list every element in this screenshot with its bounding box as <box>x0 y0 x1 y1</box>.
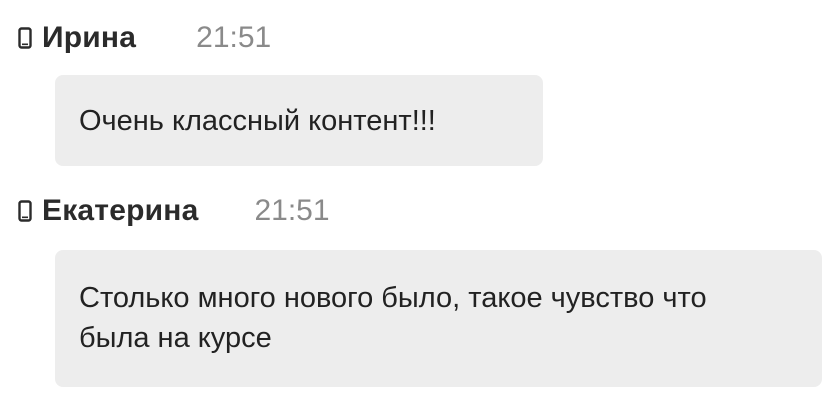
author-name: Екатерина <box>42 194 199 227</box>
message-bubble: Столько много нового было, такое чувство… <box>55 250 822 387</box>
message-header: Ирина 21:51 <box>18 18 271 58</box>
chat-feed: Ирина 21:51 Очень классный контент!!! Ек… <box>0 0 837 402</box>
message-text: Очень классный контент!!! <box>79 105 436 137</box>
message-bubble: Очень классный контент!!! <box>55 75 543 166</box>
mobile-phone-icon <box>18 27 32 49</box>
message-time: 21:51 <box>254 194 330 227</box>
message-time: 21:51 <box>196 21 272 54</box>
message-text: Столько много нового было, такое чувство… <box>79 282 707 354</box>
author-name: Ирина <box>42 21 137 54</box>
message-header: Екатерина 21:51 <box>18 191 330 231</box>
mobile-phone-icon <box>18 200 32 222</box>
